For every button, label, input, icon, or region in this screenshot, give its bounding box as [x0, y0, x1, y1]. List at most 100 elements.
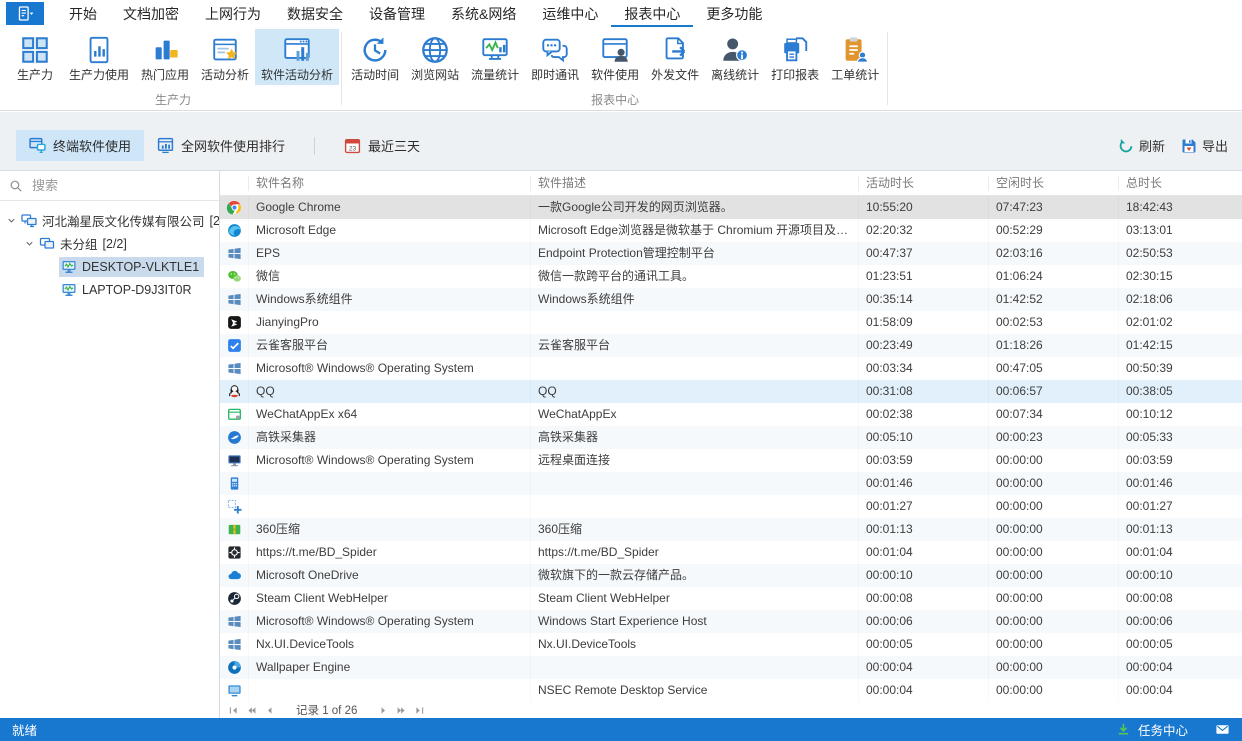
ribbon-button[interactable]: 活动分析 — [195, 29, 255, 85]
task-center-button[interactable]: 任务中心 — [1138, 720, 1188, 739]
menu-items: 开始文档加密上网行为数据安全设备管理系统&网络运维中心报表中心更多功能 — [56, 0, 775, 27]
table-row[interactable]: 高铁采集器高铁采集器00:05:1000:00:2300:05:33 — [220, 426, 1242, 449]
edge-icon — [227, 223, 242, 238]
company-icon — [21, 213, 37, 229]
idle-duration-cell: 01:42:52 — [988, 288, 1118, 311]
table-row[interactable]: EPSEndpoint Protection管理控制平台00:47:3702:0… — [220, 242, 1242, 265]
ribbon-button[interactable]: 热门应用 — [135, 29, 195, 85]
ribbon-group: 生产力生产力使用热门应用活动分析软件活动分析生产力 — [4, 27, 342, 110]
chevron-down-icon[interactable] — [22, 238, 37, 249]
table-row[interactable]: 00:01:2700:00:0000:01:27 — [220, 495, 1242, 518]
pagination-last-button[interactable] — [414, 705, 425, 716]
column-header[interactable]: 活动时长 — [858, 176, 988, 191]
table-row[interactable]: Nx.UI.DeviceToolsNx.UI.DeviceTools00:00:… — [220, 633, 1242, 656]
table-row[interactable]: 00:01:4600:00:0000:01:46 — [220, 472, 1242, 495]
ribbon-button[interactable]: 浏览网站 — [405, 29, 465, 85]
menu-item[interactable]: 上网行为 — [192, 0, 274, 27]
ribbon-button[interactable]: 离线统计 — [705, 29, 765, 85]
ribbon-button[interactable]: 打印报表 — [765, 29, 825, 85]
tree-node[interactable]: 未分组[2/2] — [0, 232, 219, 255]
total-duration-cell: 02:30:15 — [1118, 265, 1242, 288]
view-toolbar: 终端软件使用 全网软件使用排行 23 最近三天 刷新 导出 — [16, 130, 1228, 161]
table-row[interactable]: JianyingPro01:58:0900:02:5302:01:02 — [220, 311, 1242, 334]
chevron-down-icon[interactable] — [4, 215, 19, 226]
table-row[interactable]: NSEC Remote Desktop Service00:00:0400:00… — [220, 679, 1242, 702]
idle-duration-cell: 00:00:00 — [988, 495, 1118, 518]
export-button[interactable]: 导出 — [1181, 136, 1228, 155]
total-duration-cell: 03:13:01 — [1118, 219, 1242, 242]
idle-duration-cell: 00:02:53 — [988, 311, 1118, 334]
tab-label: 全网软件使用排行 — [181, 136, 285, 155]
menu-item[interactable]: 更多功能 — [693, 0, 775, 27]
table-row[interactable]: Google Chrome一款Google公司开发的网页浏览器。10:55:20… — [220, 196, 1242, 219]
menu-item[interactable]: 开始 — [56, 0, 110, 27]
table-row[interactable]: https://t.me/BD_Spiderhttps://t.me/BD_Sp… — [220, 541, 1242, 564]
svg-text:23: 23 — [349, 145, 357, 152]
column-header[interactable]: 软件名称 — [248, 176, 530, 191]
toolbar-actions: 刷新 导出 — [1118, 136, 1228, 155]
table-row[interactable]: Microsoft EdgeMicrosoft Edge浏览器是微软基于 Chr… — [220, 219, 1242, 242]
column-header[interactable]: 空闲时长 — [988, 176, 1118, 191]
pagination-next-button[interactable] — [378, 705, 389, 716]
software-name-cell: 高铁采集器 — [248, 426, 530, 449]
table-row[interactable]: Windows系统组件Windows系统组件00:35:1401:42:5202… — [220, 288, 1242, 311]
menu-item[interactable]: 报表中心 — [611, 0, 693, 27]
ribbon-button[interactable]: 软件使用 — [585, 29, 645, 85]
table-row[interactable]: 360压缩360压缩00:01:1300:00:0000:01:13 — [220, 518, 1242, 541]
ribbon-button[interactable]: 软件活动分析 — [255, 29, 339, 85]
column-header[interactable]: 总时长 — [1118, 176, 1242, 191]
refresh-button[interactable]: 刷新 — [1118, 136, 1165, 155]
idle-duration-cell: 01:18:26 — [988, 334, 1118, 357]
tree-node-label: 河北瀚星辰文化传媒有限公司 — [42, 211, 205, 230]
status-right: 任务中心 — [1116, 720, 1230, 739]
menu-item[interactable]: 文档加密 — [110, 0, 192, 27]
table-row[interactable]: QQQQ00:31:0800:06:5700:38:05 — [220, 380, 1242, 403]
ribbon-button[interactable]: 外发文件 — [645, 29, 705, 85]
tab-network-software-ranking[interactable]: 全网软件使用排行 — [144, 130, 298, 161]
software-name-cell: WeChatAppEx x64 — [248, 403, 530, 426]
mail-icon[interactable] — [1215, 722, 1230, 737]
menu-item[interactable]: 系统&网络 — [438, 0, 529, 27]
nsec-icon — [227, 683, 242, 698]
table-row[interactable]: Microsoft® Windows® Operating System远程桌面… — [220, 449, 1242, 472]
ribbon-button[interactable]: 流量统计 — [465, 29, 525, 85]
ribbon-button[interactable]: 工单统计 — [825, 29, 885, 85]
tree-node[interactable]: LAPTOP-D9J3IT0R — [0, 278, 219, 301]
pagination-fast-prev-button[interactable] — [246, 705, 257, 716]
total-duration-cell: 00:01:04 — [1118, 541, 1242, 564]
tab-terminal-software-usage[interactable]: 终端软件使用 — [16, 130, 144, 161]
menu-item[interactable]: 设备管理 — [356, 0, 438, 27]
table-row[interactable]: Wallpaper Engine00:00:0400:00:0000:00:04 — [220, 656, 1242, 679]
menu-item[interactable]: 数据安全 — [274, 0, 356, 27]
table-row[interactable]: 微信微信一款跨平台的通讯工具。01:23:5101:06:2402:30:15 — [220, 265, 1242, 288]
app-menu-button[interactable] — [6, 2, 44, 25]
group-icon — [39, 236, 55, 252]
menu-item[interactable]: 运维中心 — [529, 0, 611, 27]
ribbon-button[interactable]: 生产力 — [7, 29, 63, 85]
ribbon-button[interactable]: 活动时间 — [345, 29, 405, 85]
pagination-prev-button[interactable] — [264, 705, 275, 716]
icon-column-header — [220, 176, 248, 191]
table-row[interactable]: WeChatAppEx x64WeChatAppEx00:02:3800:07:… — [220, 403, 1242, 426]
pagination-first-button[interactable] — [228, 705, 239, 716]
search-box — [0, 171, 219, 201]
tree-node[interactable]: 河北瀚星辰文化传媒有限公司[2/2] — [0, 209, 219, 232]
total-duration-cell: 00:00:08 — [1118, 587, 1242, 610]
table-row[interactable]: Microsoft® Windows® Operating System00:0… — [220, 357, 1242, 380]
table-row[interactable]: Steam Client WebHelperSteam Client WebHe… — [220, 587, 1242, 610]
table-row[interactable]: Microsoft® Windows® Operating SystemWind… — [220, 610, 1242, 633]
idle-duration-cell: 00:00:00 — [988, 472, 1118, 495]
software-desc-cell: 微信一款跨平台的通讯工具。 — [530, 265, 858, 288]
table-row[interactable]: Microsoft OneDrive微软旗下的一款云存储产品。00:00:100… — [220, 564, 1242, 587]
ribbon-button[interactable]: 即时通讯 — [525, 29, 585, 85]
pagination-fast-next-button[interactable] — [396, 705, 407, 716]
date-range-filter-button[interactable]: 23 最近三天 — [331, 130, 433, 161]
table-row[interactable]: 云雀客服平台云雀客服平台00:23:4901:18:2601:42:15 — [220, 334, 1242, 357]
tree-node[interactable]: DESKTOP-VLKTLE1 — [0, 255, 219, 278]
ribbon-button[interactable]: 生产力使用 — [63, 29, 135, 85]
terminal-icon — [61, 259, 77, 275]
productivity-icon — [20, 35, 50, 65]
search-input[interactable] — [30, 177, 210, 194]
column-header[interactable]: 软件描述 — [530, 176, 858, 191]
ribbon-group-label: 报表中心 — [345, 94, 885, 110]
